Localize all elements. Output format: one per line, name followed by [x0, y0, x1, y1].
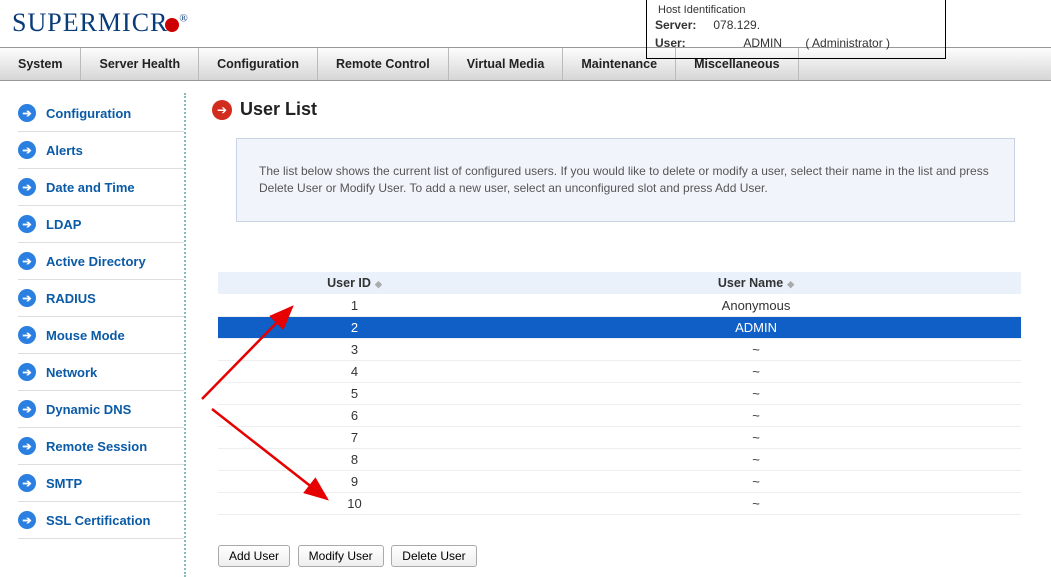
cell-username: ~ — [491, 448, 1021, 470]
cell-userid: 2 — [218, 316, 491, 338]
topnav-item-server-health[interactable]: Server Health — [81, 48, 199, 80]
cell-username: ~ — [491, 404, 1021, 426]
sidebar-item-alerts[interactable]: ➔ Alerts — [18, 132, 184, 169]
cell-username: ~ — [491, 382, 1021, 404]
topnav-item-virtual-media[interactable]: Virtual Media — [449, 48, 564, 80]
sidebar-item-date-and-time[interactable]: ➔ Date and Time — [18, 169, 184, 206]
table-row[interactable]: 8~ — [218, 448, 1021, 470]
topnav-item-system[interactable]: System — [0, 48, 81, 80]
cell-username: ADMIN — [491, 316, 1021, 338]
cell-userid: 4 — [218, 360, 491, 382]
arrow-right-icon: ➔ — [18, 326, 36, 344]
sidebar-item-label: Date and Time — [46, 180, 135, 195]
sidebar: ➔ Configuration ➔ Alerts ➔ Date and Time ➔ LDAP… — [0, 93, 186, 577]
server-label: Server: — [655, 18, 710, 32]
table-row[interactable]: 10~ — [218, 492, 1021, 514]
sidebar-item-label: RADIUS — [46, 291, 96, 306]
brand-dot-icon — [165, 18, 179, 32]
cell-userid: 10 — [218, 492, 491, 514]
brand-text: SUPERMICR — [12, 8, 168, 37]
cell-userid: 1 — [218, 294, 491, 316]
table-row[interactable]: 3~ — [218, 338, 1021, 360]
host-title: Host Identification — [655, 4, 748, 16]
arrow-right-icon: ➔ — [18, 178, 36, 196]
sidebar-item-remote-session[interactable]: ➔ Remote Session — [18, 428, 184, 465]
arrow-right-icon: ➔ — [212, 100, 232, 120]
table-row[interactable]: 2ADMIN — [218, 316, 1021, 338]
sidebar-item-radius[interactable]: ➔ RADIUS — [18, 280, 184, 317]
sidebar-item-mouse-mode[interactable]: ➔ Mouse Mode — [18, 317, 184, 354]
arrow-right-icon: ➔ — [18, 252, 36, 270]
cell-username: ~ — [491, 338, 1021, 360]
sidebar-item-label: Configuration — [46, 106, 131, 121]
sidebar-item-active-directory[interactable]: ➔ Active Directory — [18, 243, 184, 280]
user-role: ( Administrator ) — [805, 36, 890, 50]
sidebar-item-label: SSL Certification — [46, 513, 151, 528]
sidebar-item-label: Dynamic DNS — [46, 402, 131, 417]
user-label: User: — [655, 36, 710, 50]
sort-icon: ◆ — [787, 279, 794, 289]
cell-username: ~ — [491, 470, 1021, 492]
cell-username: Anonymous — [491, 294, 1021, 316]
sidebar-item-smtp[interactable]: ➔ SMTP — [18, 465, 184, 502]
cell-username: ~ — [491, 360, 1021, 382]
page-title: User List — [240, 99, 317, 120]
user-table: User ID◆ User Name◆ 1Anonymous2ADMIN3~4~… — [218, 272, 1021, 515]
cell-userid: 5 — [218, 382, 491, 404]
sidebar-item-network[interactable]: ➔ Network — [18, 354, 184, 391]
topnav-item-remote-control[interactable]: Remote Control — [318, 48, 449, 80]
sidebar-item-label: LDAP — [46, 217, 81, 232]
sidebar-item-ssl-certification[interactable]: ➔ SSL Certification — [18, 502, 184, 539]
sidebar-item-label: Remote Session — [46, 439, 147, 454]
cell-userid: 6 — [218, 404, 491, 426]
sort-icon: ◆ — [375, 279, 382, 289]
sidebar-item-label: Mouse Mode — [46, 328, 125, 343]
cell-username: ~ — [491, 492, 1021, 514]
host-identification-box: Host Identification Server: 078.129. Use… — [646, 0, 946, 59]
brand-reg: ® — [179, 12, 188, 24]
server-value: 078.129. — [713, 18, 760, 32]
column-header-username[interactable]: User Name◆ — [491, 272, 1021, 295]
logo: SUPERMICR ® — [12, 8, 189, 38]
table-row[interactable]: 6~ — [218, 404, 1021, 426]
table-row[interactable]: 7~ — [218, 426, 1021, 448]
arrow-right-icon: ➔ — [18, 437, 36, 455]
sidebar-item-configuration[interactable]: ➔ Configuration — [18, 95, 184, 132]
cell-userid: 7 — [218, 426, 491, 448]
topnav-item-configuration[interactable]: Configuration — [199, 48, 318, 80]
arrow-right-icon: ➔ — [18, 215, 36, 233]
cell-userid: 8 — [218, 448, 491, 470]
user-value: ADMIN — [743, 36, 782, 50]
table-row[interactable]: 4~ — [218, 360, 1021, 382]
sidebar-item-dynamic-dns[interactable]: ➔ Dynamic DNS — [18, 391, 184, 428]
column-header-userid[interactable]: User ID◆ — [218, 272, 491, 295]
arrow-right-icon: ➔ — [18, 104, 36, 122]
arrow-right-icon: ➔ — [18, 363, 36, 381]
table-row[interactable]: 9~ — [218, 470, 1021, 492]
intro-box: The list below shows the current list of… — [236, 138, 1015, 222]
cell-username: ~ — [491, 426, 1021, 448]
sidebar-item-label: Network — [46, 365, 97, 380]
arrow-right-icon: ➔ — [18, 289, 36, 307]
arrow-right-icon: ➔ — [18, 474, 36, 492]
sidebar-item-label: SMTP — [46, 476, 82, 491]
arrow-right-icon: ➔ — [18, 511, 36, 529]
sidebar-item-ldap[interactable]: ➔ LDAP — [18, 206, 184, 243]
page-title-row: ➔ User List — [212, 99, 1015, 120]
cell-userid: 9 — [218, 470, 491, 492]
table-row[interactable]: 1Anonymous — [218, 294, 1021, 316]
table-row[interactable]: 5~ — [218, 382, 1021, 404]
arrow-right-icon: ➔ — [18, 400, 36, 418]
sidebar-item-label: Alerts — [46, 143, 83, 158]
cell-userid: 3 — [218, 338, 491, 360]
arrow-right-icon: ➔ — [18, 141, 36, 159]
sidebar-item-label: Active Directory — [46, 254, 146, 269]
